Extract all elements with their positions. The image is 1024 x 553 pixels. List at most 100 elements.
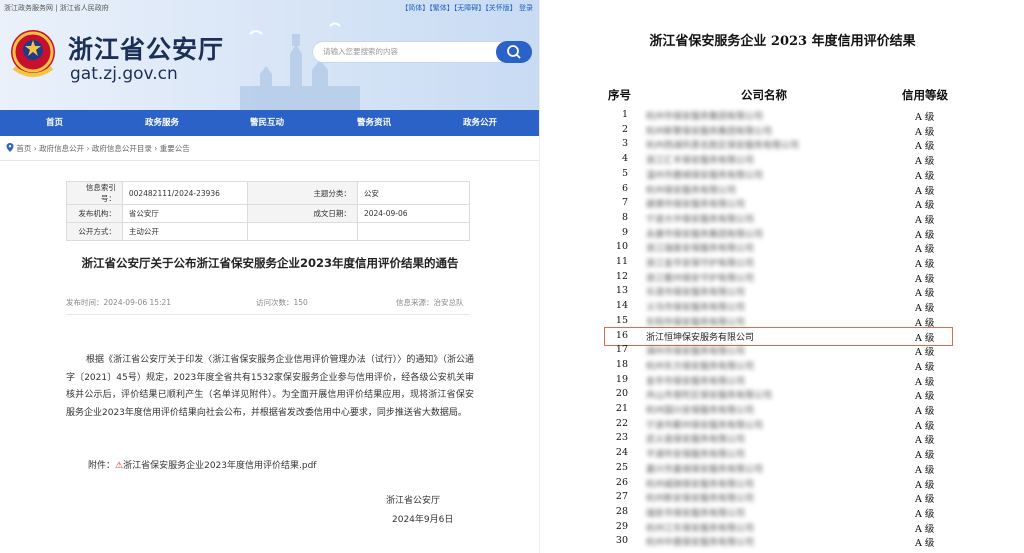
row-number: 20 [615,388,628,400]
row-number: 17 [615,344,628,356]
company-name: 杭州新安保安服务有限公司 [646,494,755,505]
credit-grade: A 级 [915,450,935,462]
row-number: 18 [615,358,628,370]
row-number: 8 [621,211,628,223]
date-label: 成文日期： [246,204,358,223]
company-name: 平湖市安保服务有限公司 [646,450,746,461]
divider [0,160,539,161]
row-number: 19 [615,373,628,385]
search-box[interactable]: 请输入您要搜索的内容 [312,41,532,63]
nav-home[interactable]: 首页 [46,110,63,136]
row-number: 24 [615,447,628,459]
row-number: 10 [615,241,628,253]
nav-interaction[interactable]: 警民互动 [250,110,284,136]
company-name: 舟山市普陀区保安服务有限公司 [646,391,773,402]
header-name: 公司名称 [741,88,787,102]
result-row: 10 浙江瑞泰安保服务有限公司 A 级 [540,240,1024,255]
credit-grade: A 级 [915,479,935,491]
row-number: 26 [615,476,628,488]
credit-grade: A 级 [915,464,935,476]
metadata-table: 信息索引号： 002482111/2024-23936 主题分类： 公安 发布机… [66,181,471,241]
result-row: 27 杭州新安保安服务有限公司 A 级 [540,490,1024,505]
row-number: 14 [615,300,628,312]
empty-cell [356,222,471,241]
article-body: 根据《浙江省公安厅关于印发〈浙江省保安服务企业信用评价管理办法（试行）〉的通知》… [66,355,474,418]
divider [66,314,470,315]
row-number: 28 [615,505,628,517]
empty-cell [246,222,358,241]
result-row: 9 永康市保安服务集团有限公司 A 级 [540,226,1024,241]
row-number: 4 [621,153,628,165]
result-row: 28 瑞安市保安服务有限公司 A 级 [540,505,1024,520]
method-label: 公开方式： [66,222,123,241]
credit-grade: A 级 [915,214,935,226]
result-row: 24 平湖市安保服务有限公司 A 级 [540,446,1024,461]
nav-news[interactable]: 警务资讯 [357,110,391,136]
credit-grade: A 级 [915,347,935,359]
signature-org: 浙江省公安厅 [386,496,441,506]
company-name: 浙江衢州保安守护有限公司 [646,273,755,284]
company-name: 杭州威驰保安服务有限公司 [646,479,755,490]
top-bar-links[interactable]: 浙江政务服务网 | 浙江省人民政府 [4,3,109,13]
breadcrumb-text[interactable]: 首页 › 政府信息公开 › 政府信息公开目录 › 重要公告 [16,144,189,153]
result-row: 11 浙江金华安保守护有限公司 A 级 [540,255,1024,270]
credit-grade: A 级 [915,361,935,373]
publish-time: 发布时间：2024-09-06 15:21 [66,298,172,307]
nav-services[interactable]: 政务服务 [145,110,179,136]
attachment-label: 附件： [88,461,116,471]
publisher-label: 发布机构： [66,204,123,223]
credit-grade: A 级 [915,303,935,315]
result-row: 6 杭州保安服务有限公司 A 级 [540,182,1024,197]
article-title: 浙江省公安厅关于公布浙江省保安服务企业2023年度信用评价结果的通告 [81,256,459,270]
accessibility-links[interactable]: 【简体】【繁体】【无障碍】【关怀版】 登录 [401,3,533,13]
credit-grade: A 级 [915,156,935,168]
credit-grade: A 级 [915,141,935,153]
credit-grade: A 级 [915,126,935,138]
attachment-link[interactable]: 浙江省保安服务企业2023年度信用评价结果.pdf [123,461,316,471]
company-name: 温州市鹿城保安服务有限公司 [646,170,764,181]
company-name: 湖州市保安服务有限公司 [646,347,746,358]
search-button[interactable] [496,41,532,63]
row-number: 1 [621,109,628,120]
result-row: 5 温州市鹿城保安服务有限公司 A 级 [540,167,1024,182]
result-row: 2 杭州新警保安服务集团有限公司 A 级 [540,123,1024,138]
site-name[interactable]: 浙江省公安厅 [68,30,224,66]
search-input[interactable]: 请输入您要搜索的内容 [323,46,398,57]
result-row: 12 浙江衢州保安守护有限公司 A 级 [540,270,1024,285]
site-domain: gat.zj.gov.cn [70,64,178,84]
search-icon [507,45,521,59]
police-emblem-icon [11,30,55,77]
company-name: 浙江恒坤保安服务有限公司 [646,332,755,343]
credit-grade: A 级 [915,494,935,506]
result-row: 21 杭州国兴安保服务有限公司 A 级 [540,402,1024,417]
row-number: 16 [615,329,628,341]
company-name: 宁波大中保安服务有限公司 [646,214,755,225]
result-row: 17 湖州市保安服务有限公司 A 级 [540,343,1024,358]
credit-grade: A 级 [915,244,935,256]
credit-grade: A 级 [915,112,935,123]
credit-grade: A 级 [915,200,935,212]
nav-open-gov[interactable]: 政务公开 [463,110,497,136]
company-name: 杭州市保安服务集团有限公司 [646,112,764,122]
result-row: 23 武义县保安服务有限公司 A 级 [540,431,1024,446]
credit-grade: A 级 [915,229,935,241]
company-name: 浙江金华安保守护有限公司 [646,259,755,269]
company-name: 杭州新警保安服务集团有限公司 [646,126,773,137]
row-number: 5 [621,167,628,179]
result-row-highlighted: 16 浙江恒坤保安服务有限公司 A 级 [540,326,1024,346]
method-value: 主动公开 [121,222,248,241]
result-row: 20 舟山市普陀区保安服务有限公司 A 级 [540,387,1024,402]
result-row: 1 杭州市保安服务集团有限公司 A 级 [540,108,1024,123]
row-number: 15 [615,314,628,326]
credit-grade: A 级 [915,288,935,300]
credit-grade: A 级 [915,273,935,285]
row-number: 22 [615,417,628,429]
category-value: 公安 [356,181,471,205]
signature-date: 2024年9月6日 [392,515,454,525]
pdf-icon: ⚠ [115,461,124,471]
credit-grade: A 级 [915,376,935,388]
row-number: 3 [621,138,628,150]
row-number: 27 [615,491,628,503]
result-row: 18 杭州东方保安服务有限公司 A 级 [540,358,1024,373]
company-name: 杭州保安服务有限公司 [646,185,737,196]
